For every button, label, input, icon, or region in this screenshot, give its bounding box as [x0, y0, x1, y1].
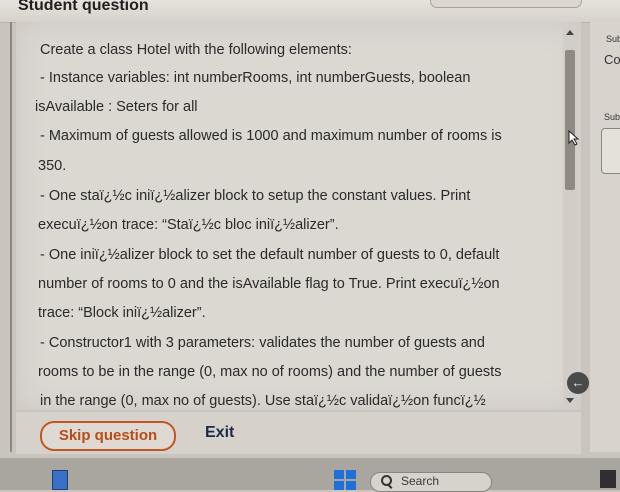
question-line: in the range (0, max no of guests). Use … [40, 393, 486, 409]
scroll-down-icon[interactable] [566, 398, 574, 403]
question-header: Student question [0, 0, 620, 23]
left-border [10, 22, 12, 452]
question-scrollbar[interactable] [563, 28, 577, 408]
search-icon [381, 475, 392, 486]
question-line: - One iniï¿½alizer block to set the defa… [40, 247, 500, 263]
question-line: execuï¿½on trace: “Staï¿½c bloc iniï¿½al… [38, 217, 339, 233]
arrow-left-icon[interactable]: ← [567, 372, 589, 394]
taskbar-tray-icon[interactable] [600, 470, 616, 488]
side-label-sub-2: Sub [604, 112, 620, 122]
side-panel [590, 22, 620, 452]
side-input-box[interactable] [601, 128, 620, 174]
scroll-up-icon[interactable] [566, 30, 574, 35]
question-line: number of rooms to 0 and the isAvailable… [38, 276, 500, 292]
exit-button[interactable]: Exit [205, 424, 234, 442]
mouse-cursor-icon [568, 130, 580, 146]
question-line: - Instance variables: int numberRooms, i… [40, 70, 471, 86]
question-line: trace: “Block iniï¿½alizer”. [38, 305, 206, 321]
header-pill [430, 0, 582, 8]
taskbar [0, 458, 620, 490]
side-label-co: Co [604, 52, 620, 67]
question-line: Create a class Hotel with the following … [40, 42, 352, 58]
question-line: rooms to be in the range (0, max no of r… [38, 364, 502, 380]
question-line: 350. [38, 158, 67, 174]
side-label-sub: Sub [606, 34, 620, 44]
question-line: - Maximum of guests allowed is 1000 and … [40, 128, 502, 144]
search-label: Search [401, 474, 440, 488]
scroll-thumb[interactable] [565, 50, 575, 190]
question-line: isAvailable : Seters for all [35, 99, 198, 115]
skip-question-button[interactable]: Skip question [40, 421, 176, 451]
question-line: - Constructor1 with 3 parameters: valida… [40, 335, 485, 351]
windows-start-icon[interactable] [334, 470, 356, 490]
header-title: Student question [18, 0, 149, 14]
taskbar-app-icon[interactable] [52, 470, 68, 490]
taskbar-search[interactable]: Search [370, 472, 492, 492]
question-line: - One staï¿½c iniï¿½alizer block to setu… [40, 188, 471, 204]
